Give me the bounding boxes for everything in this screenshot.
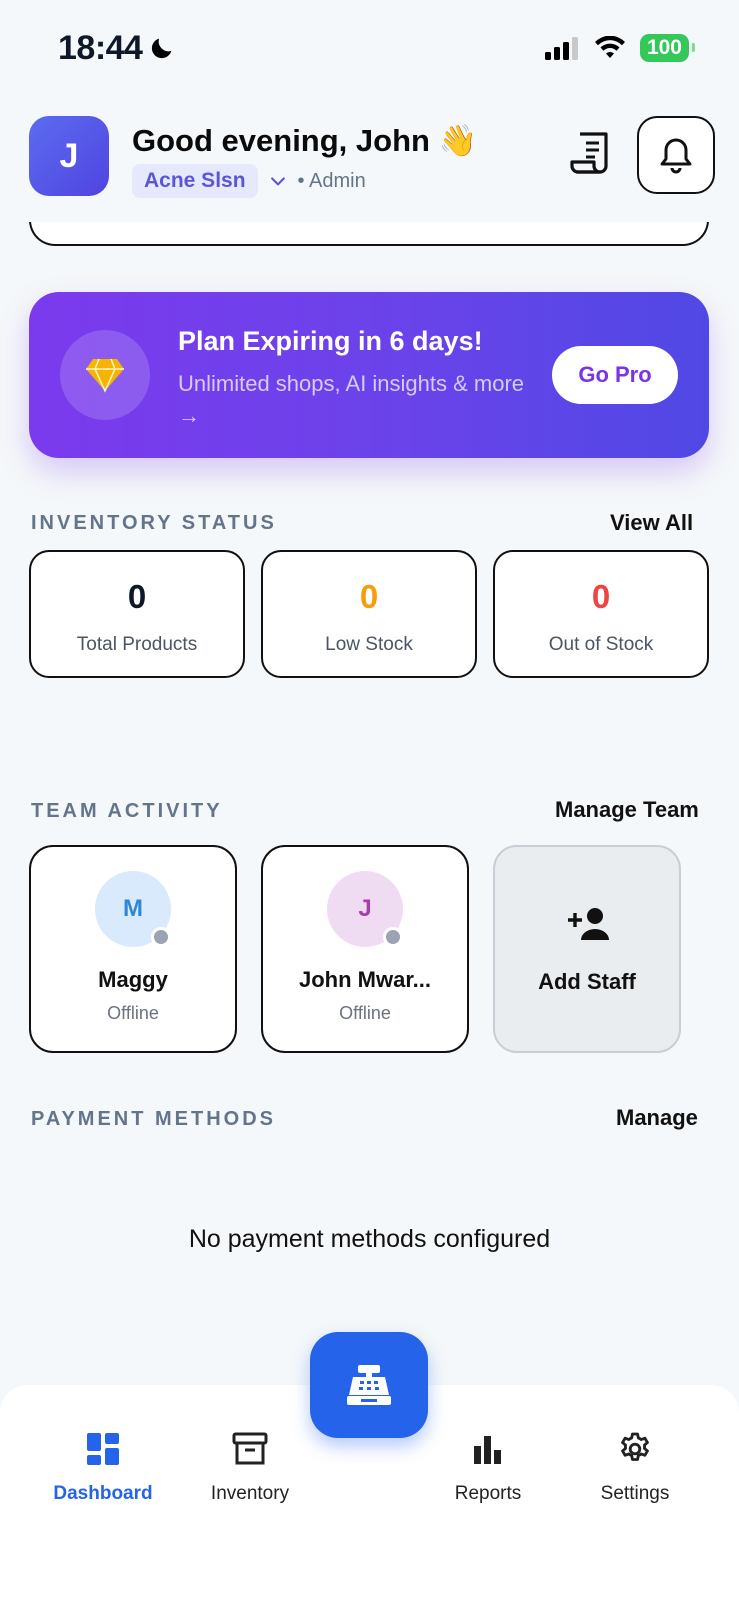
stat-total-products[interactable]: 0 Total Products [29,550,245,678]
stat-value: 0 [359,578,379,615]
bar-chart-icon [474,1436,501,1464]
wifi-icon [594,36,625,58]
dashboard-icon [87,1433,119,1465]
shop-selector[interactable]: Acne Slsn • Admin [132,164,366,198]
receipt-button[interactable] [568,130,612,178]
nav-label: Reports [454,1483,522,1504]
nav-dashboard[interactable]: Dashboard [38,1427,168,1505]
nav-inventory[interactable]: Inventory [185,1427,315,1505]
bell-icon [660,138,692,174]
gear-icon [621,1432,649,1461]
plan-expiry-banner[interactable]: Plan Expiring in 6 days! Unlimited shops… [29,292,709,458]
nav-label: Settings [600,1483,670,1504]
add-staff-button[interactable]: Add Staff [493,845,681,1053]
greeting-text: Good evening, John 👋 [132,123,478,158]
go-pro-button[interactable]: Go Pro [552,346,678,404]
member-status: Offline [339,1003,391,1023]
receipt-icon [570,132,608,174]
signal-icon [544,37,578,60]
promo-title: Plan Expiring in 6 days! [178,326,483,356]
stat-value: 0 [127,578,147,615]
stat-out-of-stock[interactable]: 0 Out of Stock [493,550,709,678]
shop-name-pill[interactable]: Acne Slsn [132,164,258,198]
promo-icon-circle [60,330,150,420]
app-header: J Good evening, John 👋 Acne Slsn • Admin [0,104,739,222]
moon-icon [152,38,172,59]
payments-section-title: PAYMENT METHODS [31,1108,277,1130]
team-member-card[interactable]: J John Mwar... Offline [261,845,469,1053]
promo-subtitle[interactable]: Unlimited shops, AI insights & more → [178,368,538,432]
nav-settings[interactable]: Settings [570,1427,700,1505]
team-section-title: TEAM ACTIVITY [31,800,223,822]
status-time: 18:44 [58,29,176,68]
nav-label: Inventory [210,1483,290,1504]
battery-indicator: 100 [639,34,696,62]
status-bar: 18:44 100 [0,0,739,96]
clock-text: 18:44 [58,28,143,67]
nav-label: Dashboard [53,1483,153,1504]
stat-label: Total Products [76,634,198,655]
member-name: John Mwar... [298,967,432,992]
stat-value: 0 [591,578,611,615]
member-name: Maggy [98,967,168,992]
view-all-link[interactable]: View All [610,510,693,536]
team-member-card[interactable]: M Maggy Offline [29,845,237,1053]
point-of-sale-button[interactable] [310,1332,428,1438]
inventory-section-title: INVENTORY STATUS [31,512,277,534]
add-person-icon [568,908,609,940]
stat-label: Low Stock [325,634,413,655]
offline-status-dot [151,927,171,947]
stat-low-stock[interactable]: 0 Low Stock [261,550,477,678]
user-avatar[interactable]: J [29,116,109,196]
cash-register-icon [347,1365,391,1405]
nav-reports[interactable]: Reports [423,1427,553,1505]
payments-empty-message: No payment methods configured [188,1225,551,1253]
stat-label: Out of Stock [548,634,654,655]
user-role: • Admin [297,169,366,192]
offline-status-dot [383,927,403,947]
notifications-button[interactable] [637,116,715,194]
add-staff-label: Add Staff [538,969,636,994]
member-status: Offline [107,1003,159,1023]
manage-payments-link[interactable]: Manage [616,1105,698,1131]
archive-box-icon [232,1432,268,1465]
chevron-down-icon[interactable] [268,171,288,191]
diamond-icon [86,358,124,393]
manage-team-link[interactable]: Manage Team [555,797,699,823]
